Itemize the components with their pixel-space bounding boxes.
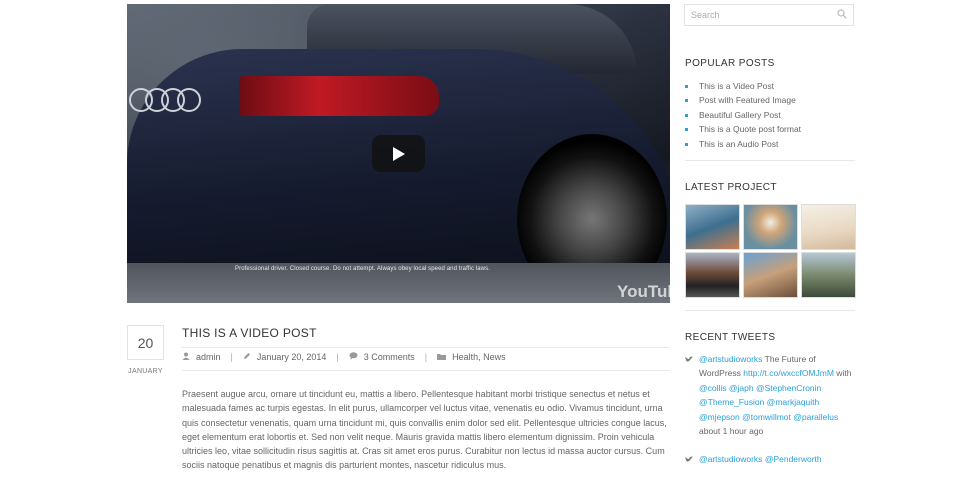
- youtube-logo[interactable]: YouTube: [617, 282, 670, 302]
- tweet-mention[interactable]: @Penderworth: [765, 454, 822, 464]
- project-thumbnails: [685, 204, 857, 298]
- project-thumbnail[interactable]: [801, 252, 856, 298]
- meta-separator: |: [336, 352, 339, 362]
- recent-tweets-title: RECENT TWEETS: [685, 332, 776, 343]
- video-player[interactable]: Professional driver. Closed course. Do n…: [127, 4, 670, 303]
- tweet-handle[interactable]: @artstudioworks: [699, 454, 762, 464]
- tweet-mentions[interactable]: @collis @japh @StephenCronin: [699, 383, 821, 393]
- search-placeholder: Search: [691, 10, 720, 20]
- meta-divider-bottom: [182, 370, 670, 371]
- user-icon: [182, 352, 190, 362]
- popular-posts-title: POPULAR POSTS: [685, 58, 775, 69]
- post-date-day: 20: [127, 325, 164, 360]
- video-disclaimer: Professional driver. Closed course. Do n…: [235, 266, 490, 272]
- post-author[interactable]: admin: [196, 352, 221, 362]
- search-input[interactable]: Search: [684, 4, 854, 26]
- tweet-mentions[interactable]: @mjepson @tomwillmot @parallelus: [699, 412, 838, 422]
- post-meta: admin | January 20, 2014 | 3 Comments | …: [182, 352, 506, 362]
- car-taillight: [239, 76, 439, 116]
- tweet-text-after: with: [833, 368, 852, 379]
- project-thumbnail[interactable]: [743, 204, 798, 250]
- play-button[interactable]: [372, 135, 425, 172]
- comment-icon: [349, 352, 358, 362]
- popular-post-item[interactable]: This is a Quote post format: [685, 124, 855, 138]
- sidebar-divider: [685, 160, 855, 161]
- pencil-icon: [243, 352, 251, 362]
- folder-icon: [437, 352, 447, 362]
- tweet-time: about 1 hour ago: [699, 426, 764, 437]
- tweet-mentions[interactable]: @Theme_Fusion @markjaquith: [699, 397, 819, 407]
- tweet-handle[interactable]: @artstudioworks: [699, 354, 762, 364]
- twitter-icon: [685, 354, 693, 368]
- tweet-item: @artstudioworks @Penderworth: [685, 452, 857, 466]
- post-date[interactable]: January 20, 2014: [257, 352, 327, 362]
- car-logo: [129, 88, 201, 117]
- popular-posts-list: This is a Video Post Post with Featured …: [685, 81, 855, 153]
- popular-post-item[interactable]: Post with Featured Image: [685, 95, 855, 109]
- tweet-item: @artstudioworks The Future of WordPress …: [685, 352, 857, 438]
- post-comments-link[interactable]: 3 Comments: [364, 352, 415, 362]
- latest-project-title: LATEST PROJECT: [685, 182, 777, 193]
- popular-post-item[interactable]: This is a Video Post: [685, 81, 855, 95]
- meta-separator: |: [230, 352, 233, 362]
- project-thumbnail[interactable]: [685, 252, 740, 298]
- project-thumbnail[interactable]: [743, 252, 798, 298]
- project-thumbnail[interactable]: [685, 204, 740, 250]
- project-thumbnail[interactable]: [801, 204, 856, 250]
- post-categories[interactable]: Health, News: [452, 352, 506, 362]
- search-icon[interactable]: [837, 9, 847, 21]
- meta-divider-top: [182, 347, 670, 348]
- popular-post-item[interactable]: This is an Audio Post: [685, 139, 855, 153]
- tweet-link[interactable]: http://t.co/wxccfOMJmM: [743, 368, 834, 378]
- twitter-icon: [685, 454, 693, 468]
- post-date-month: JANUARY: [128, 368, 163, 375]
- tweets-list: @artstudioworks The Future of WordPress …: [685, 352, 857, 481]
- meta-separator: |: [424, 352, 428, 362]
- post-title[interactable]: THIS IS A VIDEO POST: [182, 326, 317, 340]
- popular-post-item[interactable]: Beautiful Gallery Post: [685, 110, 855, 124]
- sidebar-divider: [685, 310, 855, 311]
- play-icon: [392, 146, 405, 161]
- post-excerpt: Praesent augue arcu, ornare ut tincidunt…: [182, 389, 667, 471]
